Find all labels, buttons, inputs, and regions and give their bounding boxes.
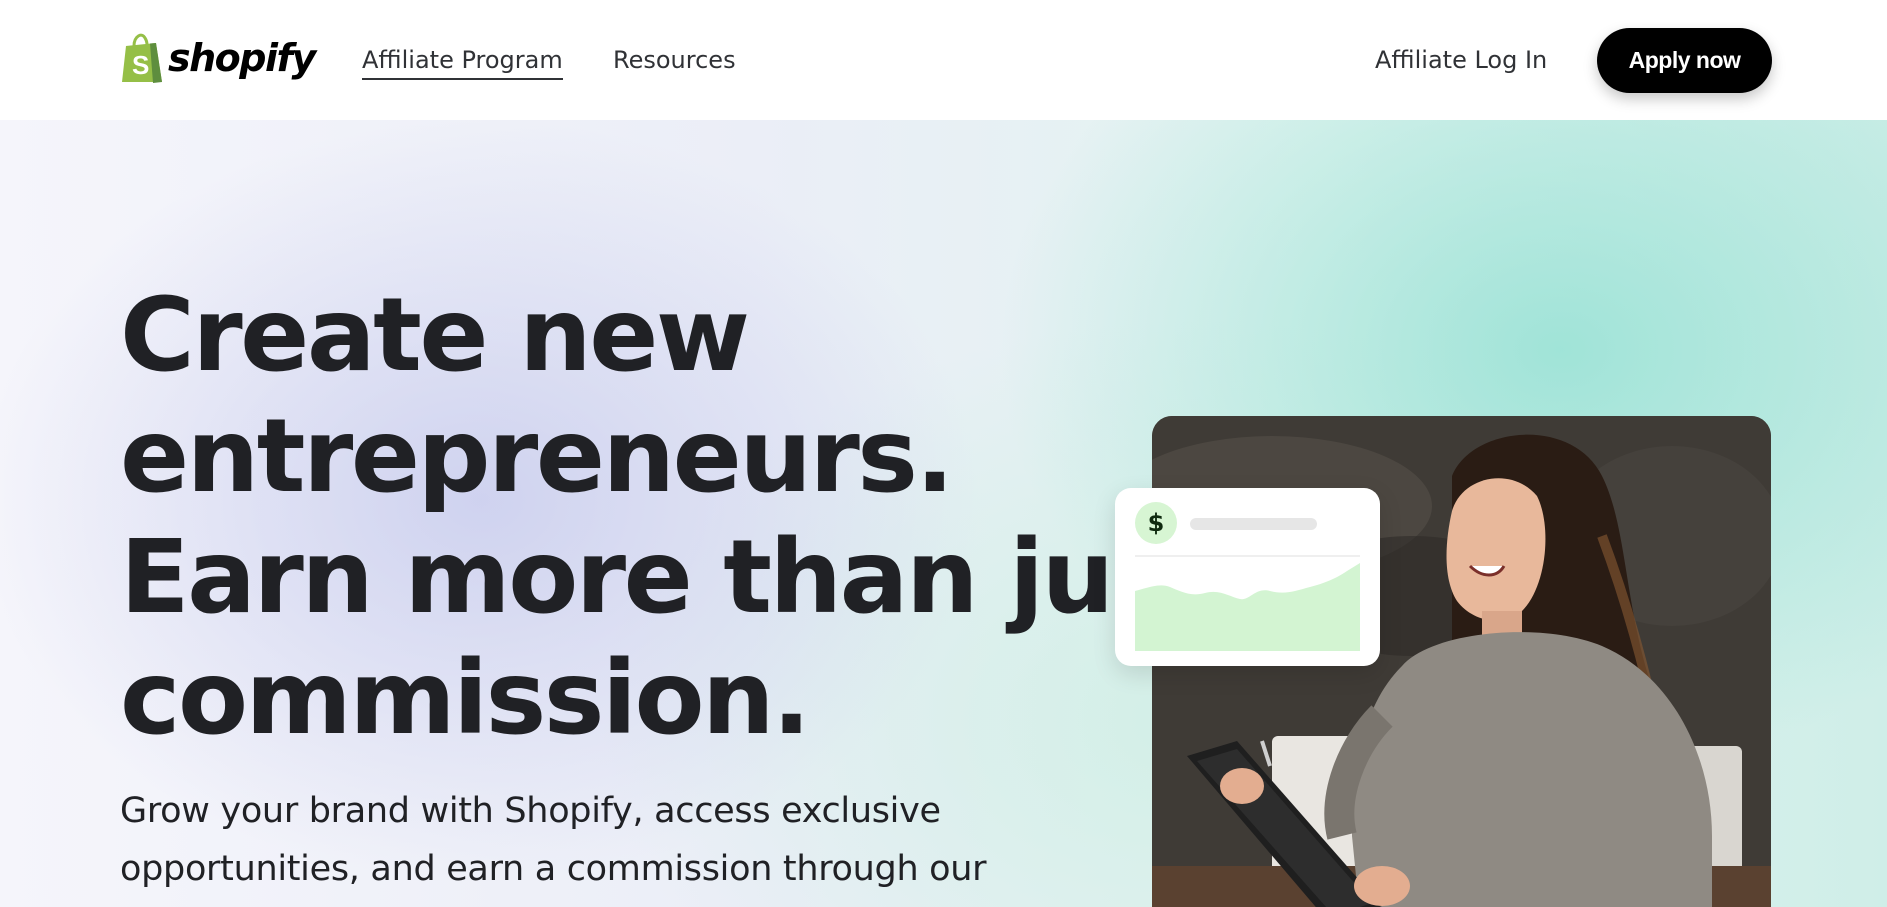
headline-line: Earn more than just [120,518,1219,637]
nav-resources[interactable]: Resources [613,44,736,76]
nav-affiliate-program[interactable]: Affiliate Program [362,44,563,80]
dollar-icon: $ [1135,502,1177,544]
headline-line: commission. [120,639,811,758]
site-header: S shopify Affiliate Program Resources Af… [0,0,1887,120]
shopify-logo[interactable]: S shopify [120,32,316,84]
hero-section: Create new entrepreneurs. Earn more than… [0,120,1887,907]
subtext-line: Grow your brand with Shopify, access exc… [120,791,941,831]
card-divider [1135,555,1360,557]
logo-wordmark: shopify [168,36,316,80]
hero-subtext: Grow your brand with Shopify, access exc… [120,782,1020,898]
earnings-card: $ [1115,488,1380,666]
shopping-bag-icon: S [122,33,162,83]
affiliate-login-link[interactable]: Affiliate Log In [1375,44,1547,76]
apply-now-button[interactable]: Apply now [1597,28,1772,93]
earnings-area-chart [1135,563,1360,651]
svg-text:S: S [132,50,149,80]
headline-line: Create new [120,276,750,395]
hero-headline: Create new entrepreneurs. Earn more than… [120,275,1219,759]
card-title-placeholder [1190,518,1317,530]
subtext-line: opportunities, and earn a commission thr… [120,849,987,889]
headline-line: entrepreneurs. [120,397,954,516]
